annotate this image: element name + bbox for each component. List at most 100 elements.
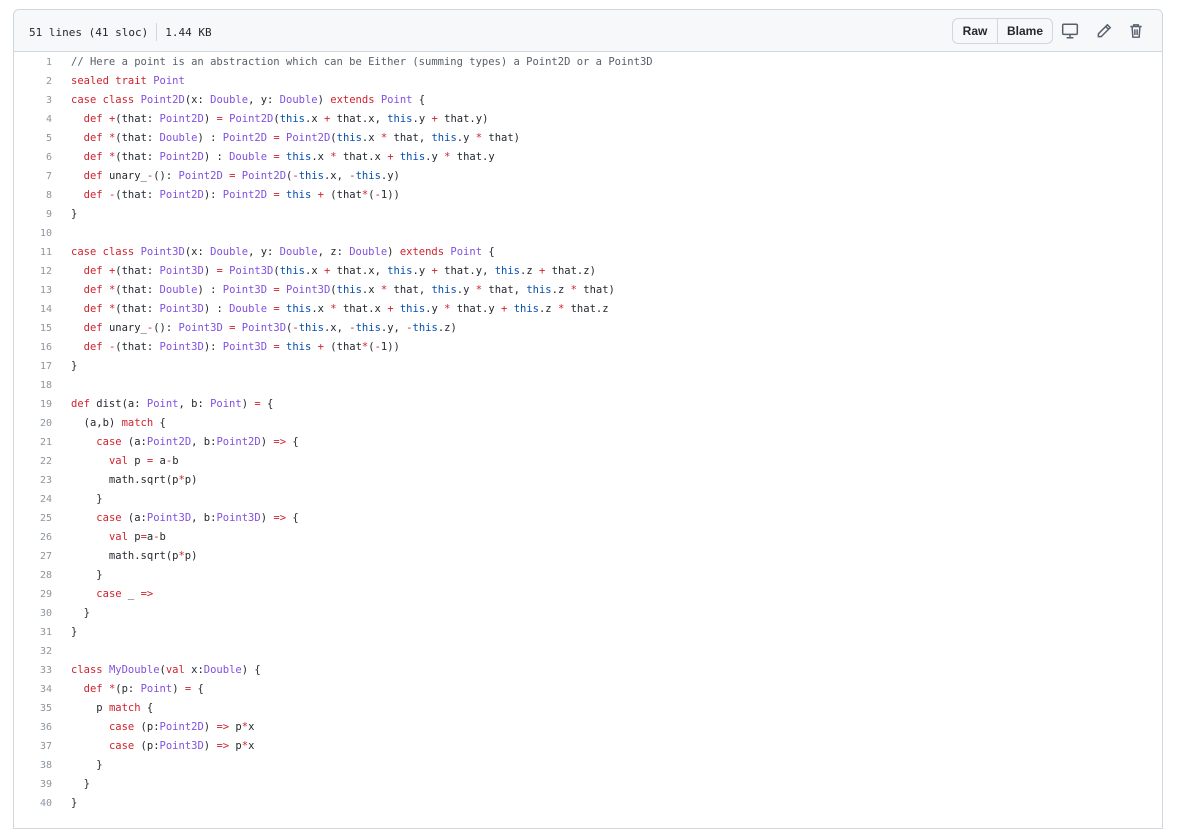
code-text: } [71,759,103,771]
code-line: 1 // Here a point is an abstraction which… [14,53,1162,72]
line-number[interactable]: 17 [14,357,52,376]
code-text: } [71,360,78,372]
line-number[interactable]: 12 [14,262,52,281]
code-text: // Here a point is an abstraction which … [71,56,653,68]
code-text: case _ => [96,588,154,600]
line-number[interactable]: 5 [14,129,52,148]
line-number[interactable]: 26 [14,528,52,547]
code-text: } [71,778,90,790]
line-number[interactable]: 16 [14,338,52,357]
blame-button[interactable]: Blame [998,18,1053,44]
line-number[interactable]: 23 [14,471,52,490]
code-line: 27 math.sqrt(p*p) [14,547,1162,566]
line-number[interactable]: 14 [14,300,52,319]
line-number[interactable]: 6 [14,148,52,167]
line-number[interactable]: 28 [14,566,52,585]
code-text: def *(that: Point3D) : Double = this.x *… [83,303,609,315]
code-line: 22 val p = a-b [14,452,1162,471]
line-number[interactable]: 15 [14,319,52,338]
code-line: 4 def +(that: Point2D) = Point2D(this.x … [14,110,1162,129]
divider [156,23,158,41]
code-line: 33 class MyDouble(val x:Double) { [14,661,1162,680]
line-number[interactable]: 32 [14,642,52,661]
line-number[interactable]: 25 [14,509,52,528]
code-line: 11 case class Point3D(x: Double, y: Doubl… [14,243,1162,262]
view-button-group: Raw Blame [952,18,1053,44]
line-number[interactable]: 8 [14,186,52,205]
file-view: 51 lines (41 sloc) 1.44 KB Raw Blame 1 /… [13,9,1163,829]
line-number[interactable]: 3 [14,91,52,110]
code-text: case class Point2D(x: Double, y: Double)… [71,94,426,106]
line-number[interactable]: 13 [14,281,52,300]
line-number[interactable]: 9 [14,205,52,224]
line-number[interactable]: 37 [14,737,52,756]
line-number[interactable]: 24 [14,490,52,509]
line-number[interactable]: 33 [14,661,52,680]
file-size: 1.44 KB [165,25,212,39]
code-line: 7 def unary_-(): Point2D = Point2D(-this… [14,167,1162,186]
line-number[interactable]: 22 [14,452,52,471]
line-number[interactable]: 36 [14,718,52,737]
code-line: 15 def unary_-(): Point3D = Point3D(-thi… [14,319,1162,338]
code-line: 35 p match { [14,699,1162,718]
code-text: val p=a-b [108,531,166,543]
line-number[interactable]: 7 [14,167,52,186]
line-number[interactable]: 1 [14,53,52,72]
code-text: case (a:Point2D, b:Point2D) => { [96,436,299,448]
code-line: 40} [14,794,1162,813]
code-text: } [71,626,78,638]
code-text: class MyDouble(val x:Double) { [71,664,261,676]
line-number[interactable]: 30 [14,604,52,623]
code-line: 5 def *(that: Double) : Point2D = Point2… [14,129,1162,148]
code-text: def +(that: Point3D) = Point3D(this.x + … [83,265,596,277]
line-number[interactable]: 4 [14,110,52,129]
code-line: 31} [14,623,1162,642]
code-text: case class Point3D(x: Double, y: Double,… [71,246,495,258]
line-number[interactable]: 18 [14,376,52,395]
line-number[interactable]: 21 [14,433,52,452]
raw-button[interactable]: Raw [952,18,998,44]
code-line: 34 def *(p: Point) = { [14,680,1162,699]
code-line: 10 [14,224,1162,243]
code-text: def *(that: Double) : Point2D = Point2D(… [83,132,521,144]
line-number[interactable]: 10 [14,224,52,243]
code-line: 9} [14,205,1162,224]
pencil-icon[interactable] [1095,22,1113,40]
code-text: def -(that: Point3D): Point3D = this + (… [83,341,400,353]
line-number[interactable]: 35 [14,699,52,718]
desktop-icon[interactable] [1061,22,1079,40]
code-line: 38 } [14,756,1162,775]
code-line: 13 def *(that: Double) : Point3D = Point… [14,281,1162,300]
code-line: 29 case _ => [14,585,1162,604]
code-text: math.sqrt(p*p) [71,474,198,486]
code-text: sealed trait Point [71,75,185,87]
code-text: case (p:Point2D) => p*x [108,721,255,733]
code-line: 30 } [14,604,1162,623]
code-text: case (a:Point3D, b:Point3D) => { [96,512,299,524]
code-line: 16 def -(that: Point3D): Point3D = this … [14,338,1162,357]
code-line: 25 case (a:Point3D, b:Point3D) => { [14,509,1162,528]
line-number[interactable]: 19 [14,395,52,414]
code-text: def unary_-(): Point3D = Point3D(-this.x… [83,322,457,334]
code-line: 36 case (p:Point2D) => p*x [14,718,1162,737]
code-line: 14 def *(that: Point3D) : Double = this.… [14,300,1162,319]
code-line: 32 [14,642,1162,661]
code-text: } [71,493,103,505]
line-number[interactable]: 2 [14,72,52,91]
line-number[interactable]: 27 [14,547,52,566]
code-line: 8 def -(that: Point2D): Point2D = this +… [14,186,1162,205]
line-number[interactable]: 31 [14,623,52,642]
trash-icon[interactable] [1127,22,1145,40]
line-number[interactable]: 38 [14,756,52,775]
code-text: case (p:Point3D) => p*x [108,740,255,752]
code-line: 2 sealed trait Point [14,72,1162,91]
line-number[interactable]: 34 [14,680,52,699]
line-number[interactable]: 20 [14,414,52,433]
line-number[interactable]: 40 [14,794,52,813]
line-number[interactable]: 11 [14,243,52,262]
file-info: 51 lines (41 sloc) 1.44 KB [29,23,212,41]
line-number[interactable]: 29 [14,585,52,604]
code-listing: 1 // Here a point is an abstraction which… [14,53,1162,813]
line-number[interactable]: 39 [14,775,52,794]
code-text: p match { [71,702,154,714]
